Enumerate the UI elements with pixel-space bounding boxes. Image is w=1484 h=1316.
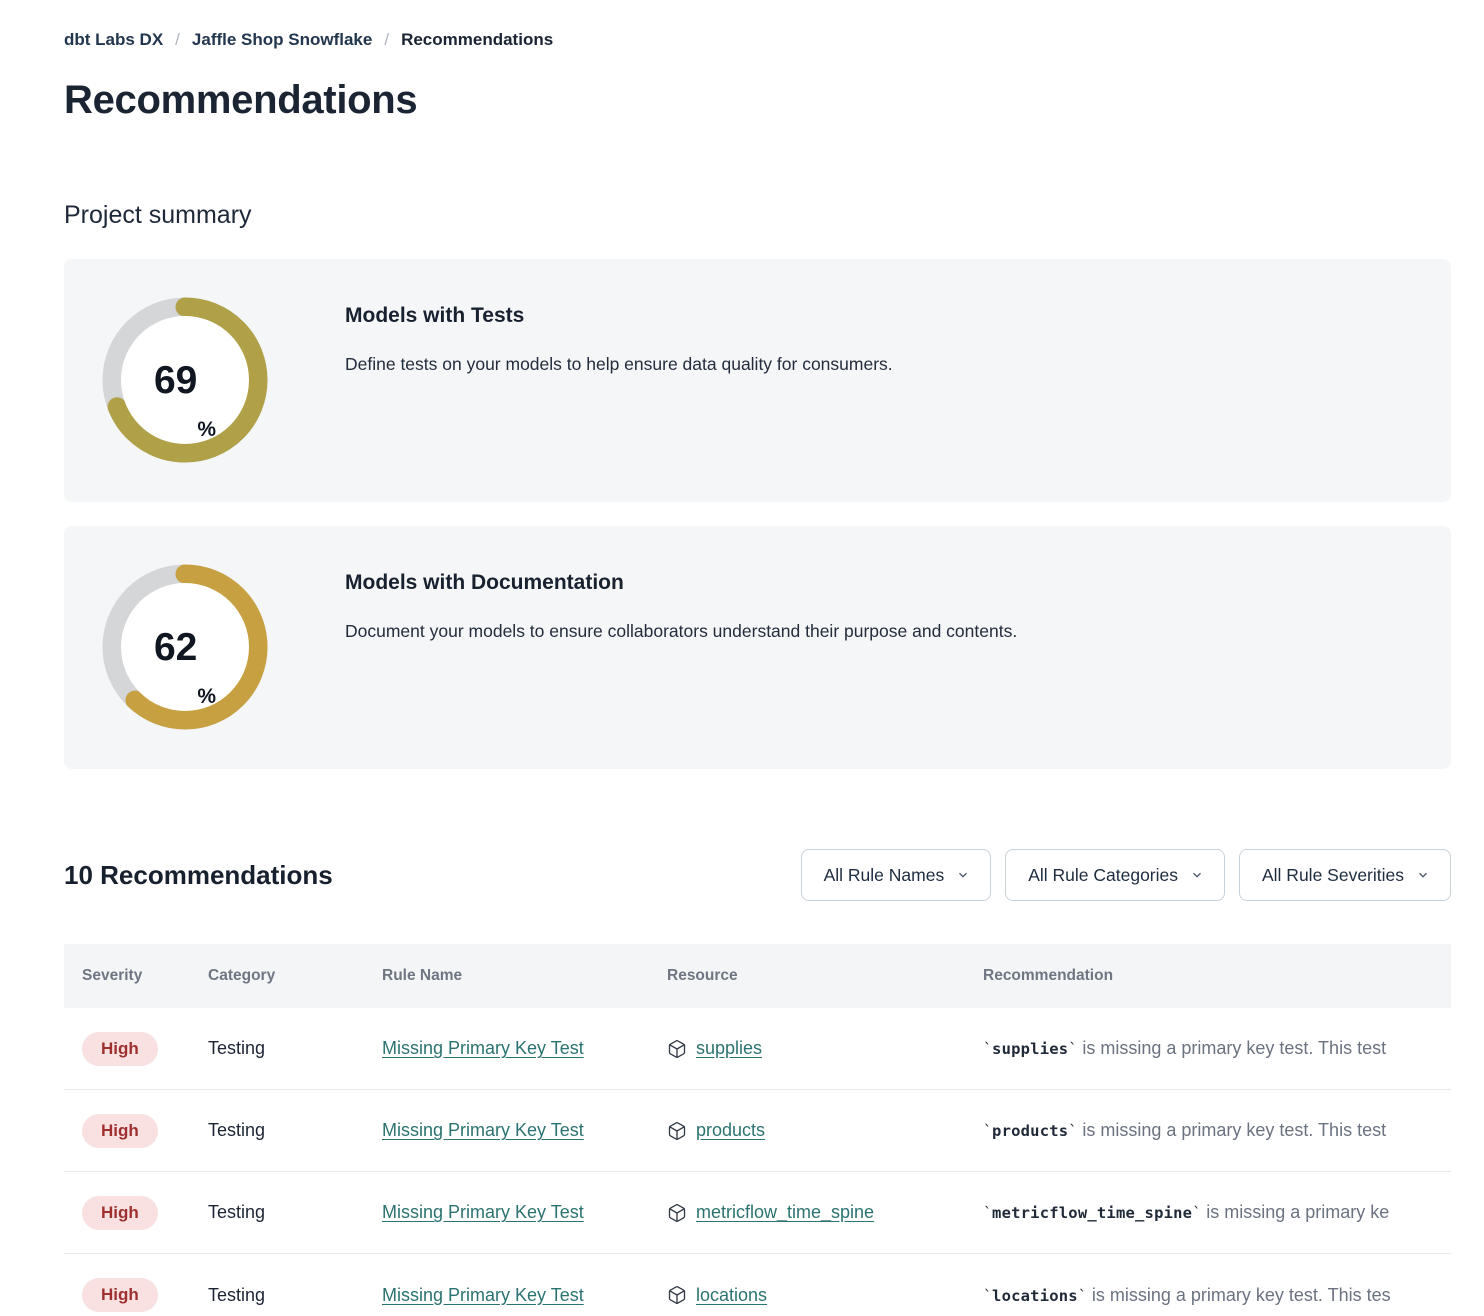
- recommendation-cell: `supplies` is missing a primary key test…: [983, 1038, 1451, 1059]
- column-header-severity: Severity: [82, 967, 208, 985]
- backtick: `: [983, 1204, 992, 1222]
- donut-chart-tests: 69 %: [102, 297, 268, 463]
- filter-rule-categories-label: All Rule Categories: [1028, 865, 1178, 886]
- filter-rule-names-label: All Rule Names: [824, 865, 945, 886]
- card-description-tests: Define tests on your models to help ensu…: [345, 354, 893, 375]
- card-title-documentation: Models with Documentation: [345, 571, 1017, 595]
- donut-percent-sign: %: [197, 418, 216, 442]
- recommendation-cell: `metricflow_time_spine` is missing a pri…: [983, 1202, 1451, 1223]
- table-header-row: Severity Category Rule Name Resource Rec…: [64, 944, 1451, 1008]
- recommendation-cell: `locations` is missing a primary key tes…: [983, 1285, 1451, 1306]
- filter-rule-severities[interactable]: All Rule Severities: [1239, 849, 1451, 901]
- backtick: `: [983, 1287, 992, 1305]
- summary-card-documentation: 62 % Models with Documentation Document …: [64, 526, 1451, 769]
- breadcrumb-item-current: Recommendations: [401, 30, 553, 50]
- recommendations-header: 10 Recommendations All Rule Names All Ru…: [64, 849, 1451, 901]
- recommendation-text: is missing a primary key test. This test: [1077, 1038, 1386, 1058]
- severity-badge: High: [82, 1278, 158, 1312]
- breadcrumb: dbt Labs DX / Jaffle Shop Snowflake / Re…: [64, 30, 1484, 50]
- category-cell: Testing: [208, 1202, 382, 1223]
- donut-center: 69 %: [121, 316, 249, 444]
- model-box-icon: [667, 1121, 687, 1141]
- breadcrumb-item-account[interactable]: dbt Labs DX: [64, 30, 163, 50]
- resource-link[interactable]: locations: [696, 1285, 767, 1306]
- model-box-icon: [667, 1039, 687, 1059]
- page: dbt Labs DX / Jaffle Shop Snowflake / Re…: [0, 0, 1484, 1316]
- backtick: `: [983, 1040, 992, 1058]
- recommendation-cell: `products` is missing a primary key test…: [983, 1120, 1451, 1141]
- rule-name-link[interactable]: Missing Primary Key Test: [382, 1038, 584, 1058]
- resource-link[interactable]: metricflow_time_spine: [696, 1202, 874, 1223]
- column-header-category: Category: [208, 967, 382, 985]
- resource-link[interactable]: supplies: [696, 1038, 762, 1059]
- recommendation-text: is missing a primary key test. This tes: [1087, 1285, 1391, 1305]
- breadcrumb-separator: /: [384, 30, 389, 50]
- chevron-down-icon: [1190, 868, 1204, 882]
- filter-rule-severities-label: All Rule Severities: [1262, 865, 1404, 886]
- table-row: High Testing Missing Primary Key Test su…: [64, 1008, 1451, 1090]
- recommendations-count-heading: 10 Recommendations: [64, 860, 333, 891]
- severity-badge: High: [82, 1032, 158, 1066]
- card-description-documentation: Document your models to ensure collabora…: [345, 621, 1017, 642]
- backtick: `: [983, 1122, 992, 1140]
- project-summary-heading: Project summary: [64, 201, 1484, 230]
- recommendation-text: is missing a primary ke: [1201, 1202, 1389, 1222]
- column-header-recommendation: Recommendation: [983, 967, 1451, 985]
- card-title-tests: Models with Tests: [345, 304, 893, 328]
- recommendations-table: Severity Category Rule Name Resource Rec…: [64, 944, 1451, 1316]
- resource-link[interactable]: products: [696, 1120, 765, 1141]
- model-box-icon: [667, 1203, 687, 1223]
- donut-chart-documentation: 62 %: [102, 564, 268, 730]
- summary-card-tests: 69 % Models with Tests Define tests on y…: [64, 259, 1451, 502]
- rule-name-link[interactable]: Missing Primary Key Test: [382, 1120, 584, 1140]
- recommendation-code: supplies: [992, 1040, 1068, 1058]
- column-header-resource: Resource: [667, 967, 983, 985]
- backtick: `: [1068, 1040, 1077, 1058]
- backtick: `: [1192, 1204, 1201, 1222]
- backtick: `: [1068, 1122, 1077, 1140]
- category-cell: Testing: [208, 1120, 382, 1141]
- recommendation-code: products: [992, 1122, 1068, 1140]
- donut-percent-value: 69: [154, 361, 197, 400]
- column-header-rule-name: Rule Name: [382, 967, 667, 985]
- donut-percent-sign: %: [197, 685, 216, 709]
- table-row: High Testing Missing Primary Key Test me…: [64, 1172, 1451, 1254]
- category-cell: Testing: [208, 1285, 382, 1306]
- filter-bar: All Rule Names All Rule Categories All R…: [801, 849, 1451, 901]
- table-row: High Testing Missing Primary Key Test lo…: [64, 1254, 1451, 1316]
- breadcrumb-item-project[interactable]: Jaffle Shop Snowflake: [192, 30, 372, 50]
- category-cell: Testing: [208, 1038, 382, 1059]
- model-box-icon: [667, 1285, 687, 1305]
- chevron-down-icon: [1416, 868, 1430, 882]
- page-title: Recommendations: [64, 78, 1484, 123]
- breadcrumb-separator: /: [175, 30, 180, 50]
- filter-rule-names[interactable]: All Rule Names: [801, 849, 992, 901]
- recommendation-code: metricflow_time_spine: [992, 1204, 1192, 1222]
- recommendation-text: is missing a primary key test. This test: [1077, 1120, 1386, 1140]
- donut-center: 62 %: [121, 583, 249, 711]
- recommendation-code: locations: [992, 1287, 1078, 1305]
- severity-badge: High: [82, 1114, 158, 1148]
- rule-name-link[interactable]: Missing Primary Key Test: [382, 1202, 584, 1222]
- filter-rule-categories[interactable]: All Rule Categories: [1005, 849, 1225, 901]
- table-row: High Testing Missing Primary Key Test pr…: [64, 1090, 1451, 1172]
- rule-name-link[interactable]: Missing Primary Key Test: [382, 1285, 584, 1305]
- backtick: `: [1078, 1287, 1087, 1305]
- severity-badge: High: [82, 1196, 158, 1230]
- card-body: Models with Tests Define tests on your m…: [345, 297, 893, 375]
- donut-percent-value: 62: [154, 628, 197, 667]
- card-body: Models with Documentation Document your …: [345, 564, 1017, 642]
- chevron-down-icon: [956, 868, 970, 882]
